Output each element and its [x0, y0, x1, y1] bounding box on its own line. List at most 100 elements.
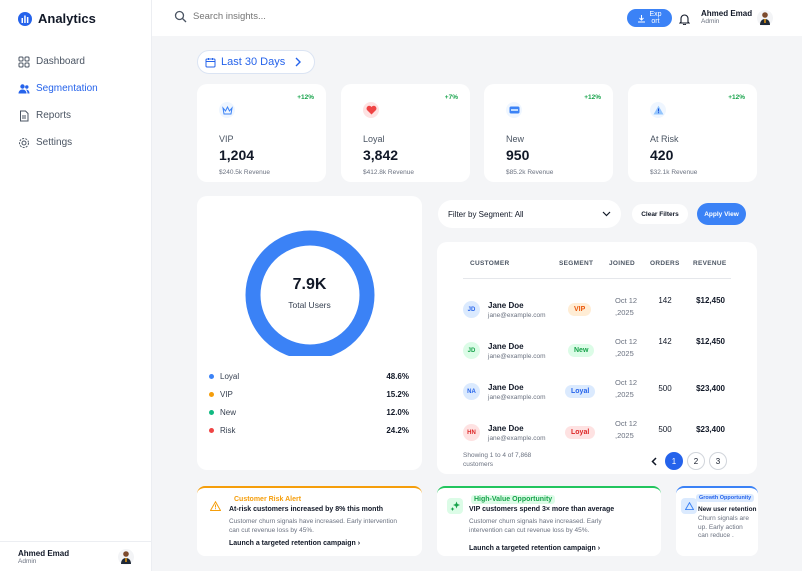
pagination-page-2[interactable]: 2 — [687, 452, 705, 470]
table-row[interactable]: JD Jane Doe jane@example.com New Oct 12 … — [437, 331, 757, 371]
reports-icon — [20, 110, 29, 121]
new-badge-icon — [506, 102, 522, 118]
search-bar[interactable] — [174, 10, 393, 23]
export-button[interactable]: Export — [627, 9, 672, 27]
customer-revenue: $12,450 — [696, 296, 725, 305]
segment-badge: New — [568, 344, 595, 357]
order-count: 500 — [658, 425, 672, 434]
table-row[interactable]: HN Jane Doe jane@example.com Loyal Oct 1… — [437, 413, 757, 453]
segment-badge: Loyal — [565, 385, 596, 398]
clear-filters-button[interactable]: Clear Filters — [632, 204, 688, 224]
customer-initials: JD — [463, 301, 480, 318]
alert-tag: Customer Risk Alert — [234, 496, 302, 503]
search-input[interactable] — [193, 11, 393, 22]
alert-link[interactable]: Launch a targeted retention campaign › — [229, 540, 360, 547]
header-divider — [463, 278, 731, 279]
customer-name: Jane Doe — [488, 424, 524, 433]
alert-card-opportunity[interactable]: High-Value Opportunity VIP customers spe… — [437, 486, 661, 556]
alert-tag: High-Value Opportunity — [471, 495, 556, 504]
legend-value: 15.2% — [386, 390, 409, 399]
column-header-orders[interactable]: ORDERS — [650, 260, 680, 267]
alert-link[interactable]: Launch a targeted retention campaign › — [469, 545, 600, 552]
joined-date: Oct 12 ,2025 — [615, 378, 638, 399]
customer-initials: NA — [463, 383, 480, 400]
heart-icon — [363, 102, 379, 118]
order-count: 500 — [658, 384, 672, 393]
download-icon — [637, 14, 645, 22]
apply-view-button[interactable]: Apply View — [697, 203, 746, 225]
stat-card-at-risk[interactable]: +12% At Risk 420 $32.1k Revenue — [628, 84, 757, 182]
alert-body: Customer churn signals have increased. E… — [469, 518, 602, 534]
table-row[interactable]: JD Jane Doe jane@example.com VIP Oct 12 … — [437, 290, 757, 330]
customer-name: Jane Doe — [488, 301, 524, 310]
sidebar-item-settings[interactable]: Settings — [18, 129, 146, 156]
alert-card-risk[interactable]: Customer Risk Alert At-risk customers in… — [197, 486, 422, 556]
pagination-summary: Showing 1 to 4 of 7,868 customers — [463, 452, 532, 468]
stat-value: 420 — [650, 147, 674, 163]
filter-bar: Filter by Segment: All Clear Filters App… — [438, 200, 758, 228]
sidebar-item-dashboard[interactable]: Dashboard — [18, 48, 146, 75]
warning-icon — [650, 102, 666, 118]
bar-chart-icon — [18, 11, 32, 26]
app-logo[interactable]: Analytics — [18, 11, 96, 26]
header-user[interactable]: Ahmed Emad Admin — [701, 9, 752, 25]
export-label: Export — [649, 11, 662, 25]
stat-card-loyal[interactable]: +7% Loyal 3,842 $412.8k Revenue — [341, 84, 470, 182]
customer-initials: JD — [463, 342, 480, 359]
sidebar-nav: Dashboard Segmentation Reports Settings — [18, 48, 146, 156]
legend-item-risk: Risk 24.2% — [209, 426, 409, 435]
user-role: Admin — [701, 18, 720, 25]
customer-name: Jane Doe — [488, 342, 524, 351]
segment-donut-card: 7.9K Total Users Loyal 48.6% VIP 15.2% New… — [197, 196, 422, 470]
stat-label: New — [506, 134, 525, 144]
stat-card-vip[interactable]: +12% VIP 1,204 $240.5k Revenue — [197, 84, 326, 182]
app-name: Analytics — [38, 11, 96, 26]
segment-filter-select[interactable]: Filter by Segment: All — [438, 200, 621, 228]
sidebar-user[interactable]: Ahmed Emad Admin — [0, 541, 152, 571]
sidebar-item-reports[interactable]: Reports — [18, 102, 146, 129]
chevron-right-icon: › — [597, 545, 601, 552]
avatar[interactable] — [757, 10, 773, 26]
user-name: Ahmed Emad — [18, 548, 70, 558]
stat-card-new[interactable]: +12% New 950 $85.2k Revenue — [484, 84, 613, 182]
legend-label: New — [220, 408, 237, 417]
order-count: 142 — [658, 296, 672, 305]
stat-change: +7% — [444, 94, 458, 101]
users-icon — [18, 83, 30, 93]
customer-table-card: CUSTOMER SEGMENT JOINED ORDERS REVENUE J… — [437, 242, 757, 474]
legend-value: 12.0% — [386, 408, 409, 417]
notifications-button[interactable] — [678, 12, 691, 30]
pagination-page-1[interactable]: 1 — [665, 452, 683, 470]
legend-label: VIP — [220, 390, 233, 399]
segment-filter-label: Filter by Segment: All — [448, 209, 524, 219]
column-header-revenue[interactable]: REVENUE — [693, 260, 727, 267]
legend-dot — [209, 428, 214, 433]
alert-tag: Growth Opportunity — [696, 494, 755, 502]
search-icon — [174, 10, 187, 23]
table-row[interactable]: NA Jane Doe jane@example.com Loyal Oct 1… — [437, 372, 757, 412]
alert-card-growth[interactable]: Growth Opportunity New user retention Ch… — [676, 486, 758, 556]
main-content: Last 30 Days +12% VIP 1,204 $240.5k Reve… — [152, 36, 802, 571]
column-header-segment[interactable]: SEGMENT — [559, 260, 593, 267]
column-header-joined[interactable]: JOINED — [609, 260, 635, 267]
sparkle-icon — [447, 498, 463, 514]
customer-email: jane@example.com — [488, 353, 546, 360]
customer-email: jane@example.com — [488, 435, 546, 442]
user-name: Ahmed Emad — [701, 9, 753, 18]
segment-badge: Loyal — [565, 426, 596, 439]
legend-item-loyal: Loyal 48.6% — [209, 372, 409, 381]
legend-label: Risk — [220, 426, 236, 435]
sidebar-item-label: Segmentation — [36, 83, 98, 94]
sidebar-item-segmentation[interactable]: Segmentation — [18, 75, 146, 102]
pagination-page-3[interactable]: 3 — [709, 452, 727, 470]
alert-link-label: Launch a targeted retention campaign — [229, 540, 356, 547]
column-header-customer[interactable]: CUSTOMER — [470, 260, 509, 267]
stat-revenue: $85.2k Revenue — [506, 169, 554, 176]
stat-value: 950 — [506, 147, 530, 163]
pagination-prev-button[interactable] — [645, 452, 663, 470]
customer-revenue: $12,450 — [696, 337, 725, 346]
sidebar: Analytics Dashboard Segmentation Reports… — [0, 0, 152, 571]
warning-icon — [207, 498, 223, 514]
date-range-button[interactable]: Last 30 Days — [197, 50, 315, 74]
customer-revenue: $23,400 — [696, 384, 725, 393]
